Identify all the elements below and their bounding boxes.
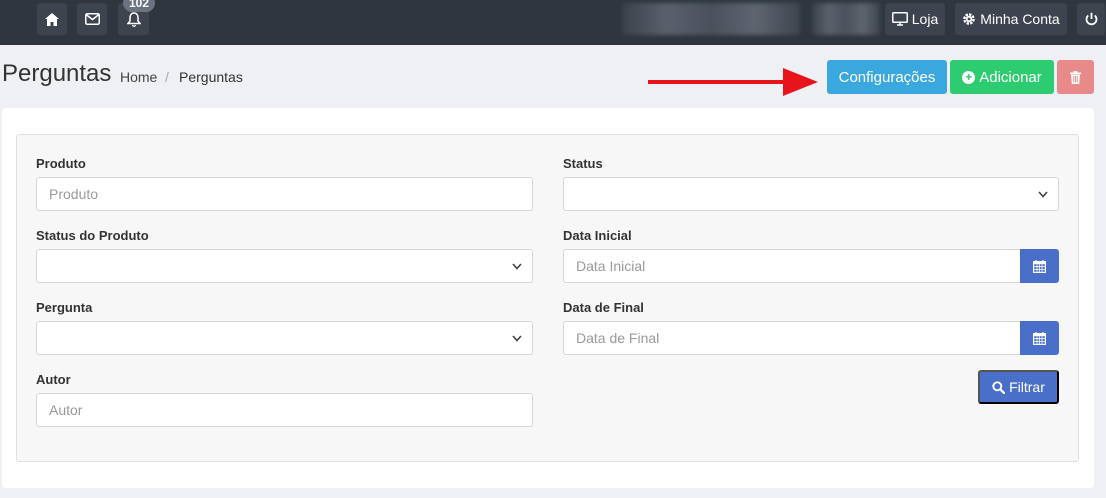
filter-button-label: Filtrar xyxy=(1009,379,1045,395)
start-date-picker-button[interactable] xyxy=(1020,249,1059,283)
status-label: Status xyxy=(563,156,603,171)
breadcrumb-separator: / xyxy=(165,69,169,85)
redacted-user-info xyxy=(622,3,800,35)
delete-button[interactable] xyxy=(1057,60,1094,94)
author-input[interactable] xyxy=(36,393,533,427)
plus-circle-icon: + xyxy=(962,70,976,84)
home-button[interactable] xyxy=(37,3,67,35)
redacted-user-info xyxy=(812,3,880,35)
question-select[interactable] xyxy=(36,321,533,355)
product-label: Produto xyxy=(36,156,86,171)
add-button-label: Adicionar xyxy=(979,68,1042,86)
product-input[interactable] xyxy=(36,177,533,211)
product-status-select[interactable] xyxy=(36,249,533,283)
start-date-label: Data Inicial xyxy=(563,228,632,243)
calendar-icon xyxy=(1033,259,1046,273)
end-date-picker-button[interactable] xyxy=(1020,321,1059,355)
settings-button[interactable]: Configurações xyxy=(827,60,947,94)
home-icon xyxy=(45,12,59,26)
product-status-label: Status do Produto xyxy=(36,228,149,243)
end-date-input[interactable] xyxy=(563,321,1021,355)
calendar-icon xyxy=(1033,331,1046,345)
bell-icon xyxy=(126,11,141,27)
monitor-icon xyxy=(891,12,908,26)
logout-button[interactable] xyxy=(1077,3,1105,35)
search-icon xyxy=(992,380,1006,394)
store-button[interactable]: Loja xyxy=(885,3,945,35)
my-account-label: Minha Conta xyxy=(980,11,1060,27)
status-select[interactable] xyxy=(563,177,1059,211)
page-title: Perguntas xyxy=(2,60,112,87)
trash-icon xyxy=(1070,70,1081,84)
breadcrumb-current: Perguntas xyxy=(179,69,243,85)
gear-icon xyxy=(963,13,976,25)
envelope-icon xyxy=(84,13,100,25)
chevron-down-icon xyxy=(512,334,522,342)
add-button[interactable]: + Adicionar xyxy=(950,60,1054,94)
messages-button[interactable] xyxy=(77,3,107,35)
notification-count-badge: 102 xyxy=(123,0,156,12)
question-label: Pergunta xyxy=(36,300,93,315)
end-date-label: Data de Final xyxy=(563,300,644,315)
chevron-down-icon xyxy=(1038,190,1048,198)
chevron-down-icon xyxy=(512,262,522,270)
my-account-button[interactable]: Minha Conta xyxy=(955,3,1067,35)
start-date-input[interactable] xyxy=(563,249,1021,283)
top-navbar: 102 Loja Minha Conta xyxy=(0,0,1106,45)
breadcrumb-home-link[interactable]: Home xyxy=(120,69,157,85)
store-label: Loja xyxy=(911,11,939,27)
annotation-arrow-icon xyxy=(648,68,818,96)
filter-button[interactable]: Filtrar xyxy=(978,370,1059,404)
author-label: Autor xyxy=(36,372,71,387)
power-icon xyxy=(1085,12,1097,26)
